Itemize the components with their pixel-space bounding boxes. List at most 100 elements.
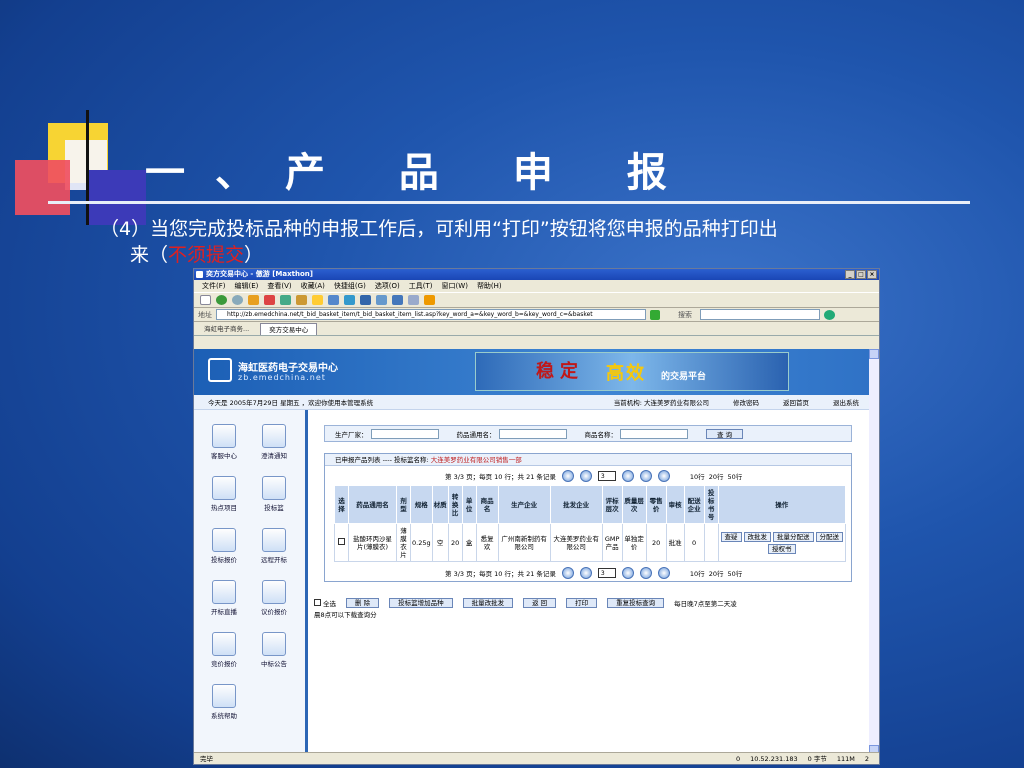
window-icon[interactable] [408,295,419,305]
distribute-button[interactable]: 分配送 [815,531,844,542]
up-icon[interactable] [248,295,259,305]
back-icon[interactable] [216,295,227,305]
tile-icon[interactable] [392,295,403,305]
search-button[interactable]: 查 询 [706,428,744,439]
sidebar-item-customer-service[interactable]: 客服中心 [202,424,246,460]
menu-edit[interactable]: 编辑(E) [235,280,259,292]
change-wholesale-button[interactable]: 改批发 [743,531,772,542]
cell-manufacturer: 广州南新制药有限公司 [497,523,551,562]
change-password-link[interactable]: 修改密码 [733,397,759,407]
page-size-50[interactable]: 50行 [727,471,742,481]
menu-window[interactable]: 窗口(W) [442,280,468,292]
sidebar-item-auction[interactable]: 竞价报价 [202,632,246,668]
sidebar-item-negotiation[interactable]: 议价报价 [252,580,296,616]
col-bid-number: 投标书号 [703,485,719,524]
browser-window: 奕方交易中心 - 傲游 [Maxthon] _ □ × 文件(F) 编辑(E) … [193,268,880,765]
window-titlebar[interactable]: 奕方交易中心 - 傲游 [Maxthon] _ □ × [194,269,879,280]
back-button[interactable]: 返 回 [523,598,557,608]
download-note-2: 晨8点可以下载查询分 [314,611,377,619]
page-input[interactable]: 3 [597,568,616,578]
forward-icon[interactable] [232,295,243,305]
status-zero: 0 [735,755,741,763]
row-checkbox[interactable] [334,523,349,562]
add-product-button[interactable]: 投标篮增加品种 [389,598,453,608]
prev-page-icon[interactable] [579,470,592,482]
first-page-icon[interactable] [561,470,574,482]
logout-link[interactable]: 退出系统 [833,397,859,407]
next-page-icon[interactable] [639,470,652,482]
home-icon[interactable] [296,295,307,305]
product-name-input[interactable] [620,428,688,439]
cell-quality-level: 单独定价 [621,523,647,562]
menu-file[interactable]: 文件(F) [202,280,226,292]
menu-tools[interactable]: 工具(T) [409,280,433,292]
sidebar-item-award-notice[interactable]: 中标公告 [252,632,296,668]
col-trade-name: 商品名 [475,485,499,524]
sidebar-item-help[interactable]: 系统帮助 [202,684,246,720]
authorization-button[interactable]: 授权书 [768,543,796,554]
menu-options[interactable]: 选项(O) [375,280,400,292]
sidebar-item-hot-projects[interactable]: 热点项目 [202,476,246,512]
last-page-icon[interactable] [657,567,670,579]
bid-basket-icon [262,476,286,500]
page-input[interactable]: 3 [597,471,616,481]
generic-name-input[interactable] [498,428,567,439]
maximize-button[interactable]: □ [856,270,866,279]
info-bar: 今天是 2005年7月29日 星期五 ，欢迎你使用本管理系统 当前机构: 大连美… [194,395,871,410]
undo-icon[interactable] [360,295,371,305]
first-page-icon[interactable] [561,567,574,579]
menu-favorites[interactable]: 收藏(A) [301,280,325,292]
page-size-20[interactable]: 20行 [709,568,724,578]
mail-icon[interactable] [344,295,355,305]
page-size-10[interactable]: 10行 [690,471,705,481]
refresh-icon[interactable] [280,295,291,305]
menu-groups[interactable]: 快捷组(G) [334,280,366,292]
search-engine-icon[interactable] [824,309,835,320]
tab-hihong[interactable]: 海虹电子商务... [196,323,257,335]
scroll-up-icon[interactable] [869,349,879,359]
page-size-50[interactable]: 50行 [727,568,742,578]
sidebar-item-remote-opening[interactable]: 远程开标 [252,528,296,564]
query-doubt-button[interactable]: 查疑 [720,531,742,542]
maxthon-icon [196,271,203,278]
groups-icon[interactable] [328,295,339,305]
prev-page-icon[interactable] [579,567,592,579]
vertical-scrollbar[interactable] [869,349,879,755]
close-button[interactable]: × [867,270,877,279]
view-icon[interactable] [376,295,387,305]
minimize-button[interactable]: _ [845,270,855,279]
stop-icon[interactable] [264,295,275,305]
sidebar-item-bid-quote[interactable]: 投标报价 [202,528,246,564]
sidebar-item-live[interactable]: 开标直播 [202,580,246,616]
page-size-20[interactable]: 20行 [709,471,724,481]
batch-change-wholesale-button[interactable]: 批量改批发 [462,598,514,608]
download-note-1: 每日晚7点至第二天凌 [674,600,737,608]
sidebar-item-clarification[interactable]: 澄清通知 [252,424,296,460]
sidebar-item-bid-basket[interactable]: 投标篮 [252,476,296,512]
next-page-icon[interactable] [639,567,652,579]
repeat-bid-query-button[interactable]: 重复投标查询 [607,598,665,608]
address-input[interactable]: http://zb.emedchina.net/t_bid_basket_ite… [216,309,646,320]
home-link[interactable]: 返回首页 [783,397,809,407]
menu-view[interactable]: 查看(V) [267,280,291,292]
tab-bar: 海虹电子商务... 奕方交易中心 [194,322,879,336]
go-page-icon[interactable] [621,470,634,482]
print-button[interactable]: 打印 [566,598,598,608]
main-panel: 生产厂家： 药品通用名： 商品名称： 查 询 已申报产品列表 ---- 投标篮名… [312,410,864,755]
go-page-icon[interactable] [621,567,634,579]
cell-operations: 查疑 改批发 批量分配送 分配送 授权书 [717,523,847,562]
folder-icon[interactable] [424,295,435,305]
search-input[interactable] [700,309,820,320]
go-icon[interactable] [650,309,660,320]
favorites-icon[interactable] [312,295,323,305]
batch-distribute-button[interactable]: 批量分配送 [773,531,814,542]
new-page-icon[interactable] [200,295,211,305]
select-all-checkbox[interactable]: 全选 [314,598,336,608]
cell-eval-level: GMP产品 [601,523,623,562]
manufacturer-input[interactable] [370,428,439,439]
menu-help[interactable]: 帮助(H) [477,280,502,292]
last-page-icon[interactable] [657,470,670,482]
delete-button[interactable]: 删 除 [346,598,380,608]
tab-yifang[interactable]: 奕方交易中心 [260,323,318,335]
page-size-10[interactable]: 10行 [690,568,705,578]
